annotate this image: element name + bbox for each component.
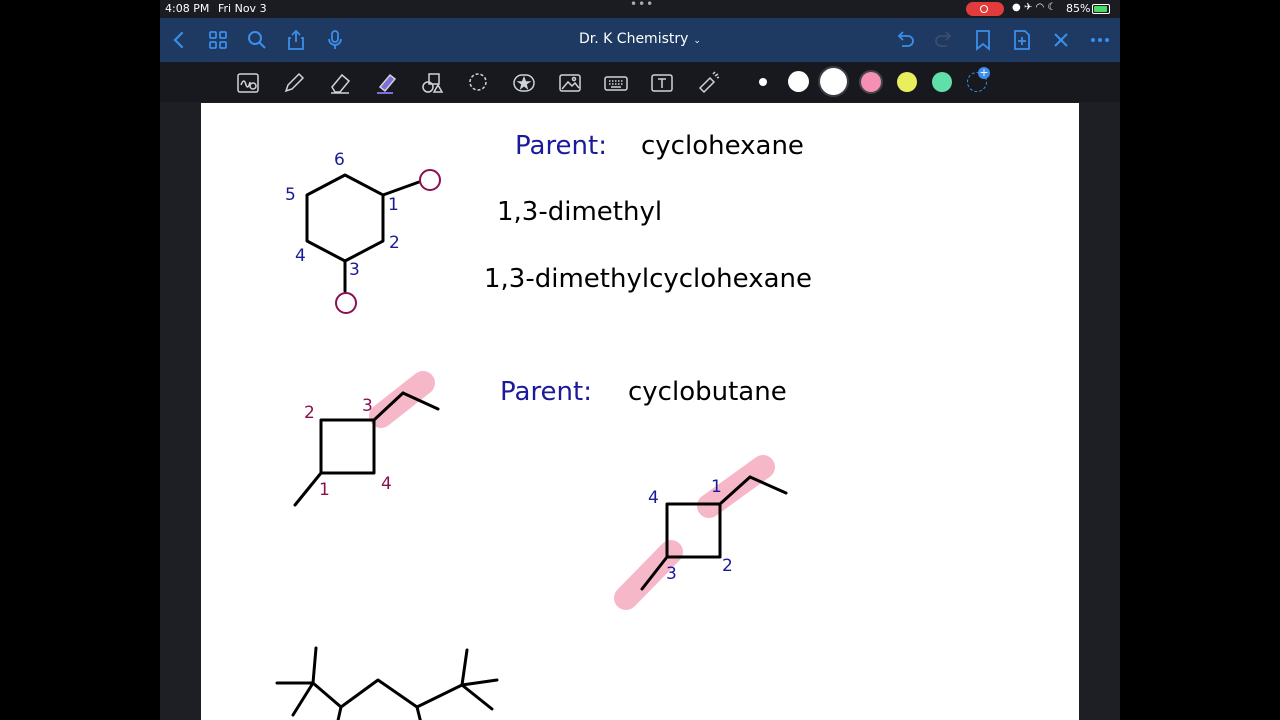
parent-value-1: cyclohexane xyxy=(641,131,804,161)
ring-number: 4 xyxy=(648,488,659,508)
status-date: Fri Nov 3 xyxy=(218,2,267,15)
handwriting-search-icon[interactable] xyxy=(235,70,261,96)
drawing-toolbar: + xyxy=(160,62,1120,102)
lasso-icon[interactable] xyxy=(465,70,491,96)
add-color-icon[interactable]: + xyxy=(967,67,990,92)
ring-number: 1 xyxy=(388,195,399,215)
notebook-page[interactable]: 6 5 1 4 2 3 Parent: cyclohexane 1,3-dime… xyxy=(201,103,1079,720)
image-icon[interactable] xyxy=(557,70,583,96)
more-icon[interactable] xyxy=(1087,27,1113,53)
ring-number: 5 xyxy=(285,185,296,205)
ring-number: 4 xyxy=(381,474,392,494)
highlighter-icon[interactable] xyxy=(373,70,399,96)
app-window: 4:08 PM Fri Nov 3 ••• ● ✈ ◠ ☾ 85% Dr. K … xyxy=(160,0,1120,720)
shapes-icon[interactable] xyxy=(419,70,445,96)
full-name: 1,3-dimethylcyclohexane xyxy=(484,264,812,294)
ring-number: 6 xyxy=(334,150,345,170)
chevron-down-icon: ⌄ xyxy=(693,36,701,46)
ring-number: 1 xyxy=(711,477,722,497)
parent-label-2: Parent: xyxy=(500,377,592,407)
parent-value-2: cyclobutane xyxy=(628,377,787,407)
sticker-icon[interactable] xyxy=(511,70,537,96)
pen-icon[interactable] xyxy=(281,70,307,96)
ring-number: 3 xyxy=(666,564,677,584)
laser-pointer-icon[interactable] xyxy=(695,70,721,96)
cyclohexane-structure xyxy=(305,173,421,293)
color-swatch-pink[interactable] xyxy=(861,72,881,92)
redo-icon[interactable] xyxy=(931,27,957,53)
ring-number: 2 xyxy=(304,403,315,423)
color-swatch-green[interactable] xyxy=(932,72,952,92)
ring-number: 3 xyxy=(349,260,360,280)
substituent-name: 1,3-dimethyl xyxy=(497,197,662,227)
bookmark-icon[interactable] xyxy=(970,27,996,53)
handwritten-notes-canvas[interactable]: 6 5 1 4 2 3 Parent: cyclohexane 1,3-dime… xyxy=(201,103,1079,720)
system-icons: ● ✈ ◠ ☾ xyxy=(1012,2,1057,13)
status-time: 4:08 PM xyxy=(165,2,210,15)
methyl-circle-1 xyxy=(419,169,441,191)
add-page-icon[interactable] xyxy=(1009,27,1035,53)
ring-number: 4 xyxy=(295,246,306,266)
ring-number: 2 xyxy=(389,233,400,253)
navigation-bar: Dr. K Chemistry ⌄ xyxy=(160,18,1120,62)
document-title-text: Dr. K Chemistry xyxy=(579,31,689,47)
cyclopentane-structure-partial xyxy=(275,646,499,720)
multitask-dots-icon[interactable]: ••• xyxy=(630,0,654,11)
ring-number: 2 xyxy=(722,556,733,576)
parent-label-1: Parent: xyxy=(515,131,607,161)
methyl-circle-2 xyxy=(335,292,357,314)
pen-size-large[interactable] xyxy=(820,68,847,95)
undo-icon[interactable] xyxy=(892,27,918,53)
keyboard-icon[interactable] xyxy=(603,70,629,96)
text-box-icon[interactable] xyxy=(649,70,675,96)
ring-number: 1 xyxy=(319,480,330,500)
close-icon[interactable] xyxy=(1048,27,1074,53)
eraser-icon[interactable] xyxy=(327,70,353,96)
pen-size-small[interactable] xyxy=(759,78,767,86)
ring-number: 3 xyxy=(362,396,373,416)
color-swatch-yellow[interactable] xyxy=(897,72,917,92)
pen-size-medium[interactable] xyxy=(788,71,809,92)
battery-icon xyxy=(1092,4,1110,14)
status-bar: 4:08 PM Fri Nov 3 ••• ● ✈ ◠ ☾ 85% xyxy=(160,0,1120,18)
screen-recording-icon[interactable] xyxy=(966,2,1004,16)
battery-percent: 85% xyxy=(1066,2,1091,15)
